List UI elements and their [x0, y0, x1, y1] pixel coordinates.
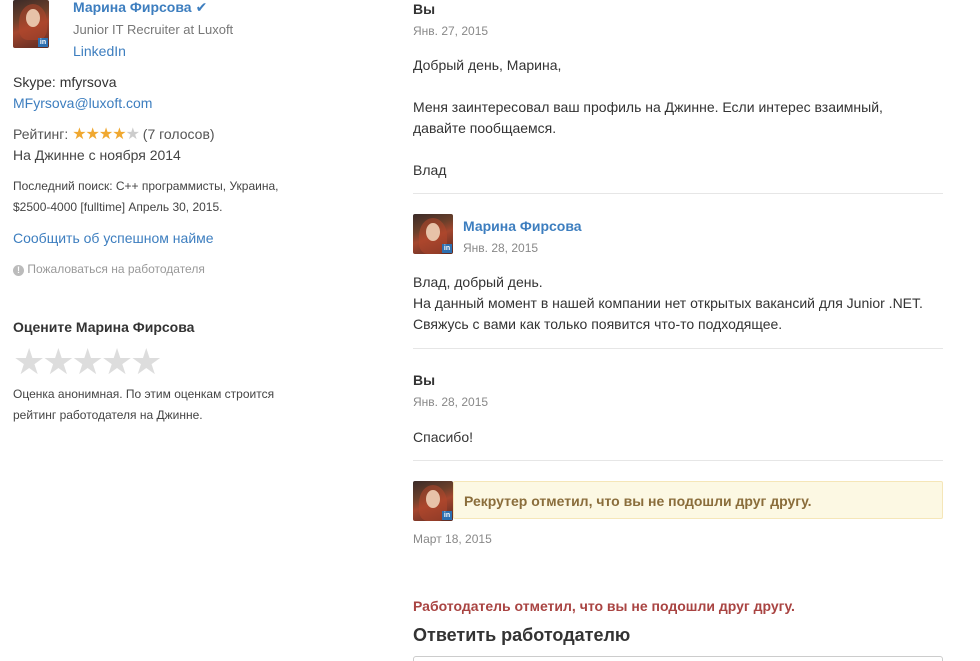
info-icon: ! [13, 265, 24, 276]
message-author-link[interactable]: Марина Фирсова [463, 218, 582, 234]
rate-title: Оцените Марина Фирсова [13, 319, 195, 335]
recruiter-name-link[interactable]: Марина Фирсова [73, 0, 192, 15]
recruiter-profile: in Марина Фирсова ✔ Junior IT Recruiter a… [13, 0, 313, 59]
message-date: Янв. 28, 2015 [463, 241, 539, 255]
check-icon: ✔ [195, 0, 208, 15]
complain-label: Пожаловаться на работодателя [27, 262, 205, 276]
avatar[interactable]: in [413, 481, 453, 521]
rating-label: Рейтинг: [13, 126, 69, 142]
message-author: Вы [413, 372, 436, 388]
sidebar: in Марина Фирсова ✔ Junior IT Recruiter a… [13, 0, 313, 422]
member-since: На Джинне с ноября 2014 [13, 147, 181, 163]
message-date: Янв. 27, 2015 [413, 24, 489, 38]
reply-input[interactable] [413, 656, 943, 661]
linkedin-link[interactable]: LinkedIn [73, 43, 126, 59]
recruiter-notice: Рекрутер отметил, что вы не подошли друг… [453, 481, 943, 519]
last-search-line-1: Последний поиск: C++ программисты, Украи… [13, 179, 279, 193]
linkedin-icon: in [442, 511, 452, 520]
last-search-line-2: $2500-4000 [fulltime] Апрель 30, 2015. [13, 200, 223, 214]
message-date: Янв. 28, 2015 [413, 395, 489, 409]
divider [413, 193, 943, 194]
last-search: Последний поиск: C++ программисты, Украи… [13, 176, 278, 218]
rating-stars: ★★★★★ [72, 126, 140, 143]
notice-date: Март 18, 2015 [413, 532, 492, 546]
message-line: Добрый день, Марина, [413, 57, 562, 73]
message-line: На данный момент в нашей компании нет от… [413, 295, 923, 311]
avatar[interactable]: in [13, 0, 49, 48]
reply-title: Ответить работодателю [413, 625, 631, 645]
rating-input-stars[interactable]: ★★★★★ [13, 342, 162, 382]
avatar[interactable]: in [413, 214, 453, 254]
message-author: Вы [413, 1, 436, 17]
rating-votes: (7 голосов) [142, 126, 215, 142]
message-line: Влад, добрый день. [413, 274, 543, 290]
page: in Марина Фирсова ✔ Junior IT Recruiter a… [0, 0, 980, 661]
linkedin-icon: in [442, 244, 452, 253]
message-line: Свяжусь с вами как только появится что-т… [413, 316, 783, 332]
complain-link[interactable]: ! Пожаловаться на работодателя [13, 262, 205, 276]
message-line: Влад [413, 162, 447, 178]
divider [413, 348, 943, 349]
divider [413, 460, 943, 461]
rating-row: Рейтинг: ★★★★★ (7 голосов) [13, 124, 215, 144]
message-body: Добрый день, Марина, Меня заинтересовал … [413, 55, 883, 181]
rate-note: Оценка анонимная. По этим оценкам строит… [13, 384, 274, 426]
message-body: Влад, добрый день. На данный момент в на… [413, 272, 923, 335]
message-line: давайте пообщаемся. [413, 120, 557, 136]
linkedin-icon: in [38, 38, 48, 47]
recruiter-title: Junior IT Recruiter at Luxoft [73, 22, 234, 37]
message-body: Спасибо! [413, 429, 473, 445]
message-line: Меня заинтересовал ваш профиль на Джинне… [413, 99, 883, 115]
rate-note-line-2: рейтинг работодателя на Джинне. [13, 408, 203, 422]
employer-notice: Работодатель отметил, что вы не подошли … [413, 598, 795, 614]
email-link[interactable]: MFyrsova@luxoft.com [13, 95, 152, 111]
rate-note-line-1: Оценка анонимная. По этим оценкам строит… [13, 387, 275, 401]
skype-text: Skype: mfyrsova [13, 74, 117, 90]
report-hire-link[interactable]: Сообщить об успешном найме [13, 230, 214, 246]
